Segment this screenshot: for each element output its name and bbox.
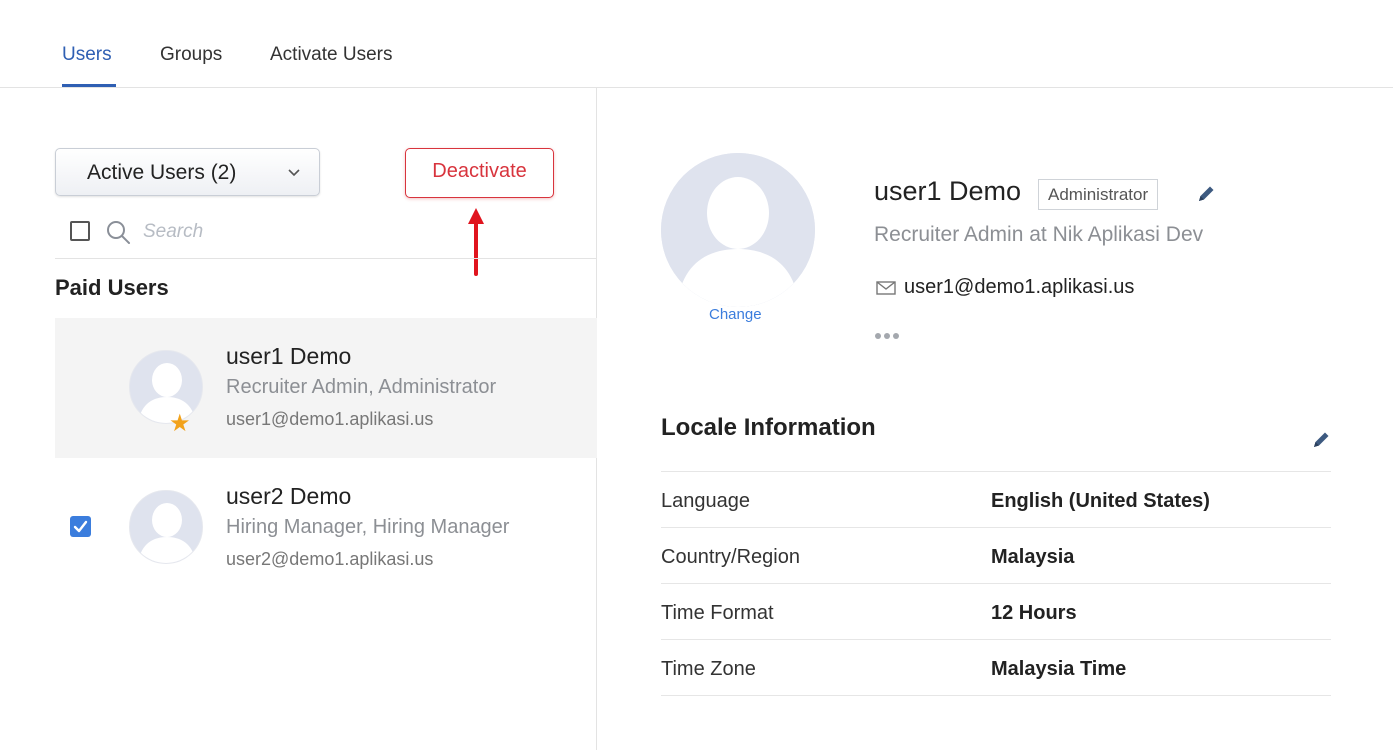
active-tab-indicator — [62, 84, 116, 87]
profile-email: user1@demo1.aplikasi.us — [904, 276, 1135, 298]
role-badge: Administrator — [1038, 179, 1159, 210]
top-tabs: Users Groups Activate Users — [0, 0, 1393, 88]
locale-table: Language English (United States) Country… — [661, 471, 1331, 696]
locale-value: Malaysia — [991, 546, 1075, 568]
select-all-checkbox[interactable] — [70, 221, 90, 241]
user-list-panel: Active Users (2) Deactivate Paid Users ★… — [0, 88, 597, 750]
locale-label: Time Format — [661, 602, 774, 624]
row-checkbox-checked[interactable] — [70, 516, 91, 537]
change-avatar-link[interactable]: Change — [709, 306, 762, 323]
tab-groups[interactable]: Groups — [160, 44, 222, 66]
user-name: user2 Demo — [226, 483, 352, 509]
tab-users[interactable]: Users — [62, 44, 112, 66]
avatar-silhouette-icon — [130, 491, 202, 563]
divider — [55, 258, 597, 259]
locale-value: 12 Hours — [991, 602, 1077, 624]
locale-label: Language — [661, 490, 750, 512]
profile-title: Recruiter Admin at Nik Aplikasi Dev — [874, 223, 1204, 246]
mail-icon — [876, 281, 896, 295]
deactivate-button[interactable]: Deactivate — [405, 148, 554, 198]
checkmark-icon — [73, 520, 88, 533]
user-role: Recruiter Admin, Administrator — [226, 376, 497, 398]
red-arrow-annotation — [468, 208, 484, 276]
user-email: user1@demo1.aplikasi.us — [226, 409, 434, 429]
star-icon: ★ — [169, 410, 191, 437]
tab-activate-users[interactable]: Activate Users — [270, 44, 392, 66]
locale-label: Time Zone — [661, 658, 756, 680]
locale-row-language: Language English (United States) — [661, 472, 1331, 528]
user-row-user2[interactable]: user2 Demo Hiring Manager, Hiring Manage… — [55, 458, 597, 598]
user-email: user2@demo1.aplikasi.us — [226, 549, 434, 569]
avatar-silhouette-icon — [130, 351, 202, 423]
search-input[interactable] — [143, 218, 443, 246]
user-role: Hiring Manager, Hiring Manager — [226, 516, 510, 538]
profile-avatar — [661, 153, 815, 307]
user-name: user1 Demo — [226, 343, 352, 369]
locale-row-time-format: Time Format 12 Hours — [661, 584, 1331, 640]
avatar — [129, 350, 203, 424]
locale-section-title: Locale Information — [661, 414, 876, 441]
avatar — [129, 490, 203, 564]
user-filter-dropdown[interactable]: Active Users (2) — [55, 148, 320, 196]
user-filter-label: Active Users (2) — [87, 161, 237, 184]
locale-label: Country/Region — [661, 546, 800, 568]
chevron-down-icon — [288, 169, 300, 177]
edit-profile-pencil-icon[interactable] — [1196, 184, 1216, 204]
locale-value: Malaysia Time — [991, 658, 1127, 680]
profile-name: user1 Demo — [874, 176, 1022, 206]
section-title-paid-users: Paid Users — [55, 275, 169, 300]
avatar-silhouette-icon — [661, 153, 815, 307]
locale-value: English (United States) — [991, 490, 1210, 512]
more-options-icon[interactable] — [874, 330, 902, 342]
locale-row-time-zone: Time Zone Malaysia Time — [661, 640, 1331, 696]
locale-row-country: Country/Region Malaysia — [661, 528, 1331, 584]
search-icon — [107, 221, 130, 244]
user-row-user1[interactable]: ★ user1 Demo Recruiter Admin, Administra… — [55, 318, 597, 458]
edit-locale-pencil-icon[interactable] — [1311, 430, 1331, 450]
